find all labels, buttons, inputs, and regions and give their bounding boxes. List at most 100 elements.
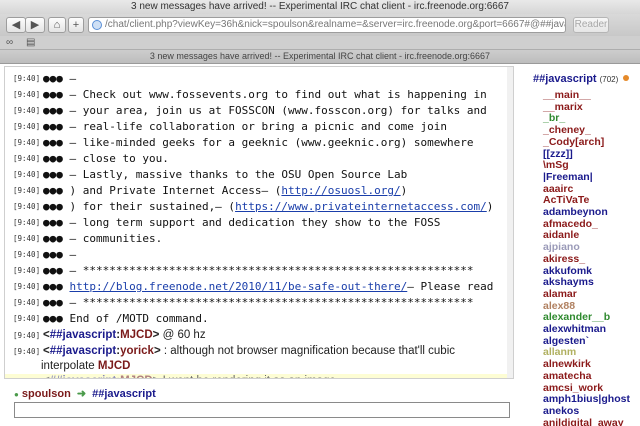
nick-list-item[interactable]: anekos (543, 405, 640, 418)
motd-line: [9:40] ●●● – communities. (13, 231, 505, 247)
motd-line: [9:40] ●●● – like-minded geeks for a geek… (13, 135, 505, 151)
motd-text: ●●● – (43, 72, 77, 85)
timestamp: [9:40] (13, 347, 41, 356)
motd-link[interactable]: http://blog.freenode.net/2010/11/be-safe… (70, 280, 408, 293)
nick-list-channel[interactable]: ##javascript (533, 73, 597, 85)
motd-line: [9:40] ●●● ) and Private Internet Access–… (13, 183, 505, 199)
chat-message: [9:40] <##javascript:yorick> : although n… (13, 344, 505, 373)
timestamp: [9:40] (13, 234, 41, 243)
chat-message: [9:40]<##javascript:MJCD> I wont be rend… (5, 374, 513, 378)
address-bar[interactable]: /chat/client.php?viewKey=36h&nick=spouls… (88, 17, 566, 33)
motd-text: ) (400, 184, 408, 197)
motd-text: ●●● End of /MOTD command. (43, 312, 209, 325)
unread-dot-icon (623, 75, 630, 81)
link-icon[interactable]: ∞ (6, 37, 13, 49)
tab-title[interactable]: 3 new messages have arrived! -- Experime… (0, 50, 640, 64)
motd-text: ●●● – your area, join us at FOSSCON (www… (43, 104, 487, 117)
message-input[interactable] (14, 402, 510, 418)
motd-text: ●●● – communities. (43, 232, 163, 245)
timestamp: [9:40] (13, 331, 41, 340)
nick-list-item[interactable]: alexwhitman (543, 323, 640, 336)
motd-text: ●●● – real-life collaboration or bring a… (43, 120, 447, 133)
motd-text: ●●● – (43, 248, 77, 261)
timestamp: [9:40] (13, 90, 41, 99)
mentioned-nick[interactable]: MJCD (98, 360, 131, 372)
home-icon[interactable]: ⌂ (48, 17, 66, 33)
motd-line: [9:40] ●●● – close to you. (13, 151, 505, 167)
message-nick[interactable]: yorick (120, 345, 154, 357)
timestamp: [9:40] (13, 138, 41, 147)
timestamp: [9:40] (13, 186, 41, 195)
own-nick: spoulson (21, 388, 71, 400)
open-bracket: < (43, 345, 50, 357)
browser-toolbar: ◀ ▶ ⌂ + /chat/client.php?viewKey=36h&nic… (0, 14, 640, 36)
message-sender[interactable]: <##javascript:MJCD> (43, 329, 159, 341)
nick-list-item[interactable]: alamar (543, 288, 640, 301)
close-bracket: > (153, 345, 161, 357)
chat-scrollbar[interactable] (507, 67, 513, 378)
message-sender[interactable]: <##javascript:yorick> (43, 345, 161, 357)
motd-line: [9:40] ●●● – real-life collaboration or b… (13, 119, 505, 135)
motd-line: [9:40] ●●● End of /MOTD command. (13, 311, 505, 327)
nick-list-item[interactable]: __main__ (543, 89, 640, 102)
nick-list-item[interactable]: amatecha (543, 370, 640, 383)
motd-line: [9:40] ●●● – ****************************… (13, 263, 505, 279)
message-nick[interactable]: MJCD (120, 375, 153, 378)
motd-line: [9:40] ●●● – long term support and dedica… (13, 215, 505, 231)
open-bracket: < (43, 375, 50, 378)
message-channel[interactable]: ##javascript (50, 345, 117, 357)
nick-list: __main__ __marix _br_ _cheney_ _Cody[arch][[… (528, 89, 640, 426)
motd-line: [9:40] ●●● – (13, 247, 505, 263)
chat-log: [9:40] ●●● – [9:40] ●●● – Check out www.fos… (5, 67, 513, 378)
motd-text: ) (486, 200, 494, 213)
chat-panel[interactable]: [9:40] ●●● – [9:40] ●●● – Check out www.fos… (4, 66, 514, 379)
back-arrow-icon[interactable]: ◀ (6, 17, 26, 33)
nick-list-item[interactable]: |Freeman| (543, 171, 640, 184)
message-text: I wont be rendering it as an image (159, 375, 336, 378)
message-channel[interactable]: ##javascript (50, 375, 117, 378)
nick-list-item[interactable]: akiress_ (543, 253, 640, 266)
timestamp: [9:40] (13, 106, 41, 115)
timestamp: [9:40] (13, 170, 41, 179)
message-channel[interactable]: ##javascript (50, 329, 117, 341)
motd-link[interactable]: http://osuosl.org/ (281, 184, 400, 197)
motd-link[interactable]: https://www.privateinternetaccess.com/ (235, 200, 487, 213)
active-channel-status: ● spoulson ➜ ##javascript (14, 387, 156, 400)
status-dot-icon: ● (14, 390, 19, 399)
plus-icon[interactable]: + (68, 17, 84, 33)
nick-list-item[interactable]: adambeynon (543, 206, 640, 219)
open-bracket: < (43, 329, 50, 341)
motd-line: [9:40] ●●● http://blog.freenode.net/2010/… (13, 279, 505, 295)
timestamp: [9:40] (13, 266, 41, 275)
timestamp: [9:40] (13, 122, 41, 131)
timestamp: [9:40] (13, 218, 41, 227)
book-icon[interactable]: ▤ (26, 37, 35, 49)
motd-text: ●●● – Lastly, massive thanks to the OSU … (43, 168, 408, 181)
message-nick[interactable]: MJCD (120, 329, 153, 341)
motd-text: – Please read (407, 280, 494, 293)
bookmarks-bar: ∞ ▤ (0, 36, 640, 50)
motd-text: ●●● ) and Private Internet Access– ( (43, 184, 282, 197)
address-url: /chat/client.php?viewKey=36h&nick=spouls… (105, 19, 566, 30)
user-count: (702) (599, 75, 619, 84)
forward-arrow-icon[interactable]: ▶ (25, 17, 45, 33)
message-sender[interactable]: <##javascript:MJCD> (43, 375, 159, 378)
motd-line: [9:40] ●●● ) for their sustained,– (https… (13, 199, 505, 215)
timestamp: [9:40] (13, 314, 41, 323)
timestamp: [9:40] (13, 202, 41, 211)
timestamp: [9:40] (13, 154, 41, 163)
motd-line: [9:40] ●●● – (13, 71, 505, 87)
timestamp: [9:40] (13, 74, 41, 83)
nick-list-header: ##javascript (702) (528, 71, 640, 88)
nick-list-panel: ##javascript (702) __main__ __marix _br_ _ch… (528, 66, 640, 426)
message-text: @ 60 hz (159, 329, 206, 341)
nick-list-item[interactable]: _Cody[arch] (543, 136, 640, 149)
motd-line: [9:40] ●●● – Check out www.fossevents.org… (13, 87, 505, 103)
motd-line: [9:40] ●●● – ****************************… (13, 295, 505, 311)
motd-line: [9:40] ●●● – Lastly, massive thanks to th… (13, 167, 505, 183)
reader-button[interactable]: Reader (573, 17, 609, 33)
nick-list-item[interactable]: anildigital_away (543, 417, 640, 426)
motd-line: [9:40] ●●● – your area, join us at FOSSCO… (13, 103, 505, 119)
motd-text: ●●● – like-minded geeks for a geeknic (w… (43, 136, 474, 149)
active-channel[interactable]: ##javascript (92, 388, 156, 400)
